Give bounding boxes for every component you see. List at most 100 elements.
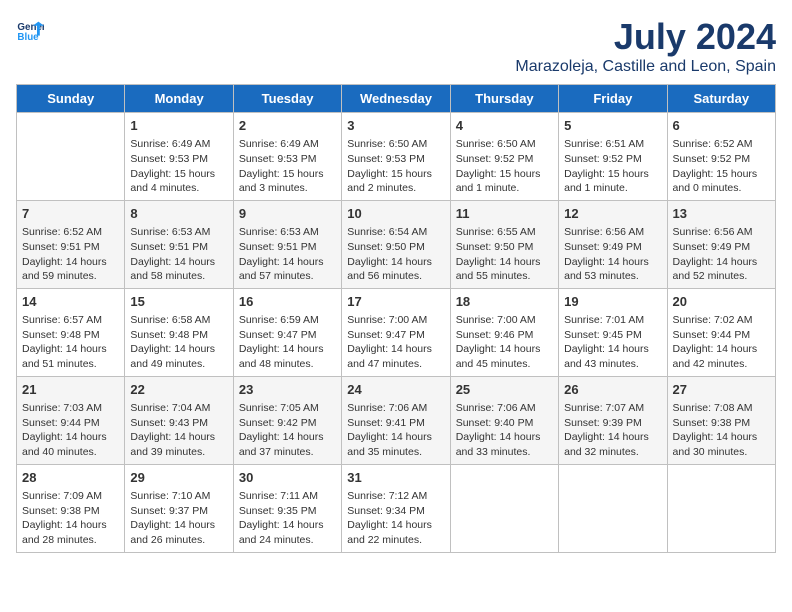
day-cell: 25 Sunrise: 7:06 AMSunset: 9:40 PMDayligh… bbox=[450, 376, 558, 464]
week-row-3: 21 Sunrise: 7:03 AMSunset: 9:44 PMDayligh… bbox=[17, 376, 776, 464]
day-number: 8 bbox=[130, 205, 227, 223]
day-cell: 28 Sunrise: 7:09 AMSunset: 9:38 PMDayligh… bbox=[17, 464, 125, 552]
day-number: 31 bbox=[347, 469, 444, 487]
day-info: Sunrise: 7:02 AMSunset: 9:44 PMDaylight:… bbox=[673, 313, 770, 372]
day-cell: 7 Sunrise: 6:52 AMSunset: 9:51 PMDaylight… bbox=[17, 200, 125, 288]
day-cell: 16 Sunrise: 6:59 AMSunset: 9:47 PMDayligh… bbox=[233, 288, 341, 376]
day-info: Sunrise: 7:08 AMSunset: 9:38 PMDaylight:… bbox=[673, 401, 770, 460]
day-number: 1 bbox=[130, 117, 227, 135]
day-cell: 6Sunrise: 6:52 AMSunset: 9:52 PMDaylight… bbox=[667, 113, 775, 201]
day-cell: 3 Sunrise: 6:50 AMSunset: 9:53 PMDaylight… bbox=[342, 113, 450, 201]
day-info: Sunrise: 7:09 AMSunset: 9:38 PMDaylight:… bbox=[22, 489, 119, 548]
day-info: Sunrise: 6:51 AMSunset: 9:52 PMDaylight:… bbox=[564, 137, 661, 196]
day-number: 19 bbox=[564, 293, 661, 311]
day-number: 23 bbox=[239, 381, 336, 399]
day-info: Sunrise: 6:50 AMSunset: 9:53 PMDaylight:… bbox=[347, 137, 444, 196]
day-info: Sunrise: 6:55 AMSunset: 9:50 PMDaylight:… bbox=[456, 225, 553, 284]
header-day-wednesday: Wednesday bbox=[342, 85, 450, 113]
day-number: 14 bbox=[22, 293, 119, 311]
day-info: Sunrise: 6:59 AMSunset: 9:47 PMDaylight:… bbox=[239, 313, 336, 372]
day-info: Sunrise: 7:12 AMSunset: 9:34 PMDaylight:… bbox=[347, 489, 444, 548]
day-info: Sunrise: 6:58 AMSunset: 9:48 PMDaylight:… bbox=[130, 313, 227, 372]
header-day-friday: Friday bbox=[559, 85, 667, 113]
day-cell: 11 Sunrise: 6:55 AMSunset: 9:50 PMDayligh… bbox=[450, 200, 558, 288]
day-number: 30 bbox=[239, 469, 336, 487]
day-number: 5 bbox=[564, 117, 661, 135]
day-number: 26 bbox=[564, 381, 661, 399]
day-info: Sunrise: 6:57 AMSunset: 9:48 PMDaylight:… bbox=[22, 313, 119, 372]
day-cell: 8Sunrise: 6:53 AMSunset: 9:51 PMDaylight… bbox=[125, 200, 233, 288]
title-area: July 2024 Marazoleja, Castille and Leon,… bbox=[515, 16, 776, 76]
day-cell: 24Sunrise: 7:06 AMSunset: 9:41 PMDayligh… bbox=[342, 376, 450, 464]
day-number: 16 bbox=[239, 293, 336, 311]
header-day-thursday: Thursday bbox=[450, 85, 558, 113]
day-cell bbox=[667, 464, 775, 552]
logo-icon: General Blue bbox=[16, 16, 44, 44]
day-cell: 13Sunrise: 6:56 AMSunset: 9:49 PMDayligh… bbox=[667, 200, 775, 288]
day-number: 10 bbox=[347, 205, 444, 223]
week-row-4: 28 Sunrise: 7:09 AMSunset: 9:38 PMDayligh… bbox=[17, 464, 776, 552]
day-number: 25 bbox=[456, 381, 553, 399]
day-number: 29 bbox=[130, 469, 227, 487]
subtitle: Marazoleja, Castille and Leon, Spain bbox=[515, 58, 776, 76]
day-cell: 21 Sunrise: 7:03 AMSunset: 9:44 PMDayligh… bbox=[17, 376, 125, 464]
day-number: 13 bbox=[673, 205, 770, 223]
day-cell: 31 Sunrise: 7:12 AMSunset: 9:34 PMDayligh… bbox=[342, 464, 450, 552]
calendar-body: 1Sunrise: 6:49 AMSunset: 9:53 PMDaylight… bbox=[17, 113, 776, 553]
svg-text:Blue: Blue bbox=[17, 32, 39, 43]
day-number: 21 bbox=[22, 381, 119, 399]
day-cell: 26 Sunrise: 7:07 AMSunset: 9:39 PMDayligh… bbox=[559, 376, 667, 464]
day-info: Sunrise: 7:01 AMSunset: 9:45 PMDaylight:… bbox=[564, 313, 661, 372]
day-info: Sunrise: 7:07 AMSunset: 9:39 PMDaylight:… bbox=[564, 401, 661, 460]
day-cell: 14 Sunrise: 6:57 AMSunset: 9:48 PMDayligh… bbox=[17, 288, 125, 376]
day-number: 18 bbox=[456, 293, 553, 311]
day-cell: 10 Sunrise: 6:54 AMSunset: 9:50 PMDayligh… bbox=[342, 200, 450, 288]
week-row-1: 7 Sunrise: 6:52 AMSunset: 9:51 PMDaylight… bbox=[17, 200, 776, 288]
logo: General Blue bbox=[16, 16, 44, 44]
calendar-header: SundayMondayTuesdayWednesdayThursdayFrid… bbox=[17, 85, 776, 113]
day-number: 11 bbox=[456, 205, 553, 223]
day-number: 7 bbox=[22, 205, 119, 223]
calendar-table: SundayMondayTuesdayWednesdayThursdayFrid… bbox=[16, 84, 776, 553]
header-day-monday: Monday bbox=[125, 85, 233, 113]
day-number: 15 bbox=[130, 293, 227, 311]
day-number: 24 bbox=[347, 381, 444, 399]
day-cell: 20 Sunrise: 7:02 AMSunset: 9:44 PMDayligh… bbox=[667, 288, 775, 376]
day-cell: 23 Sunrise: 7:05 AMSunset: 9:42 PMDayligh… bbox=[233, 376, 341, 464]
day-info: Sunrise: 6:52 AMSunset: 9:52 PMDaylight:… bbox=[673, 137, 770, 196]
day-cell: 29 Sunrise: 7:10 AMSunset: 9:37 PMDayligh… bbox=[125, 464, 233, 552]
day-info: Sunrise: 7:00 AMSunset: 9:47 PMDaylight:… bbox=[347, 313, 444, 372]
day-info: Sunrise: 7:03 AMSunset: 9:44 PMDaylight:… bbox=[22, 401, 119, 460]
day-cell bbox=[450, 464, 558, 552]
day-number: 20 bbox=[673, 293, 770, 311]
week-row-0: 1Sunrise: 6:49 AMSunset: 9:53 PMDaylight… bbox=[17, 113, 776, 201]
day-info: Sunrise: 7:06 AMSunset: 9:40 PMDaylight:… bbox=[456, 401, 553, 460]
day-number: 3 bbox=[347, 117, 444, 135]
day-cell: 15 Sunrise: 6:58 AMSunset: 9:48 PMDayligh… bbox=[125, 288, 233, 376]
day-cell: 17Sunrise: 7:00 AMSunset: 9:47 PMDayligh… bbox=[342, 288, 450, 376]
day-info: Sunrise: 6:56 AMSunset: 9:49 PMDaylight:… bbox=[564, 225, 661, 284]
header-row: SundayMondayTuesdayWednesdayThursdayFrid… bbox=[17, 85, 776, 113]
day-info: Sunrise: 7:11 AMSunset: 9:35 PMDaylight:… bbox=[239, 489, 336, 548]
day-cell: 19 Sunrise: 7:01 AMSunset: 9:45 PMDayligh… bbox=[559, 288, 667, 376]
day-info: Sunrise: 6:54 AMSunset: 9:50 PMDaylight:… bbox=[347, 225, 444, 284]
day-number: 22 bbox=[130, 381, 227, 399]
day-number: 28 bbox=[22, 469, 119, 487]
day-info: Sunrise: 6:52 AMSunset: 9:51 PMDaylight:… bbox=[22, 225, 119, 284]
day-cell: 9Sunrise: 6:53 AMSunset: 9:51 PMDaylight… bbox=[233, 200, 341, 288]
day-info: Sunrise: 7:04 AMSunset: 9:43 PMDaylight:… bbox=[130, 401, 227, 460]
header-day-saturday: Saturday bbox=[667, 85, 775, 113]
header-day-sunday: Sunday bbox=[17, 85, 125, 113]
day-cell: 22 Sunrise: 7:04 AMSunset: 9:43 PMDayligh… bbox=[125, 376, 233, 464]
day-cell bbox=[559, 464, 667, 552]
day-number: 12 bbox=[564, 205, 661, 223]
day-info: Sunrise: 7:05 AMSunset: 9:42 PMDaylight:… bbox=[239, 401, 336, 460]
day-cell: 4Sunrise: 6:50 AMSunset: 9:52 PMDaylight… bbox=[450, 113, 558, 201]
header: General Blue July 2024 Marazoleja, Casti… bbox=[16, 16, 776, 76]
day-cell: 27Sunrise: 7:08 AMSunset: 9:38 PMDayligh… bbox=[667, 376, 775, 464]
day-cell: 12 Sunrise: 6:56 AMSunset: 9:49 PMDayligh… bbox=[559, 200, 667, 288]
day-cell: 1Sunrise: 6:49 AMSunset: 9:53 PMDaylight… bbox=[125, 113, 233, 201]
day-number: 2 bbox=[239, 117, 336, 135]
day-cell: 2Sunrise: 6:49 AMSunset: 9:53 PMDaylight… bbox=[233, 113, 341, 201]
day-info: Sunrise: 7:10 AMSunset: 9:37 PMDaylight:… bbox=[130, 489, 227, 548]
